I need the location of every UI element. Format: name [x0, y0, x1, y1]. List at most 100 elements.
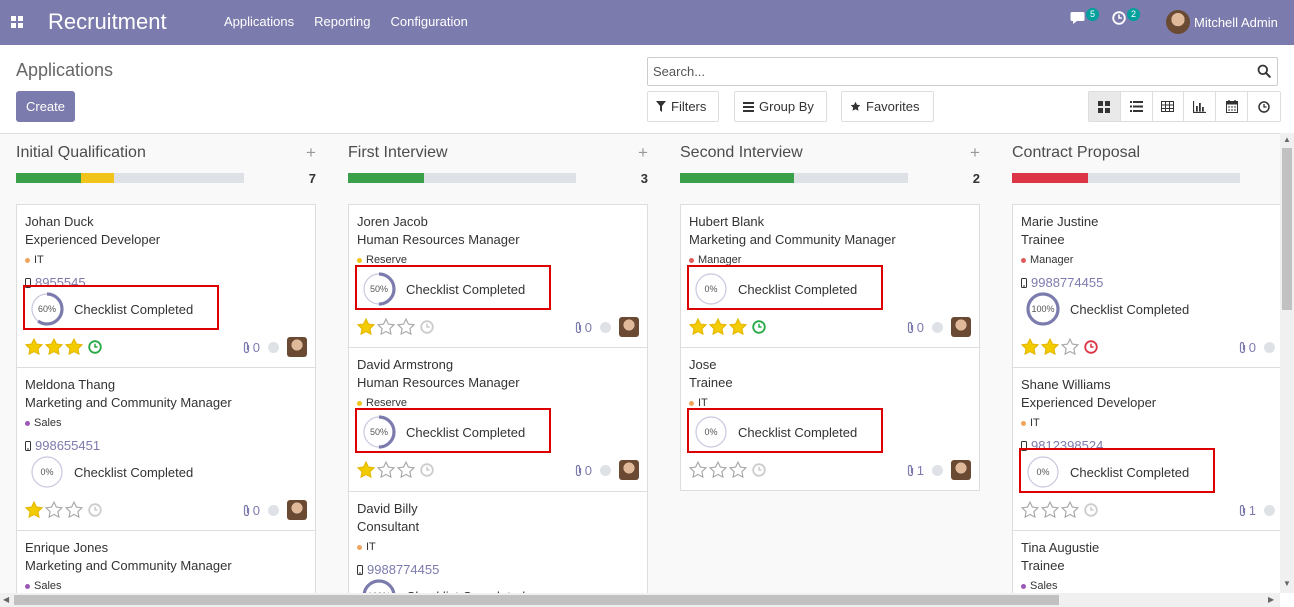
star-icon[interactable]	[357, 318, 375, 336]
horizontal-scroll-thumb[interactable]	[14, 595, 1059, 605]
activity-clock-icon[interactable]	[88, 503, 102, 517]
attachment-count[interactable]: 0	[242, 503, 260, 518]
kanban-state-dot[interactable]	[932, 321, 943, 333]
priority-stars[interactable]	[25, 501, 83, 519]
star-icon[interactable]	[1021, 501, 1039, 519]
star-icon[interactable]	[1021, 338, 1039, 356]
applicant-card[interactable]: Shane Williams Experienced Developer IT 981…	[1012, 367, 1280, 530]
activity-clock-icon[interactable]	[420, 320, 434, 334]
star-icon[interactable]	[377, 461, 395, 479]
column-progress-bar[interactable]	[16, 173, 244, 183]
filters-button[interactable]: Filters	[647, 91, 719, 122]
star-icon[interactable]	[65, 338, 83, 356]
attachment-count[interactable]: 0	[574, 463, 592, 478]
applicant-card[interactable]: David Billy Consultant IT 9988774455100%Che…	[348, 491, 648, 593]
view-kanban-button[interactable]	[1089, 92, 1121, 121]
user-avatar[interactable]	[619, 460, 639, 480]
user-avatar[interactable]	[619, 317, 639, 337]
user-avatar[interactable]	[951, 460, 971, 480]
applicant-card[interactable]: Marie Justine Trainee Manager 9988774455 100…	[1012, 204, 1280, 367]
activity-clock-icon[interactable]	[1084, 503, 1098, 517]
user-avatar[interactable]	[287, 337, 307, 357]
priority-stars[interactable]	[25, 338, 83, 356]
star-icon[interactable]	[689, 318, 707, 336]
activity-clock-icon[interactable]	[752, 320, 766, 334]
column-add-icon[interactable]: +	[638, 143, 648, 163]
view-pivot-button[interactable]	[1152, 92, 1185, 121]
view-activity-button[interactable]	[1247, 92, 1280, 121]
horizontal-scrollbar[interactable]: ◀ ▶	[0, 593, 1280, 607]
attachment-count[interactable]: 1	[906, 463, 924, 478]
attachment-count[interactable]: 0	[242, 340, 260, 355]
star-icon[interactable]	[397, 461, 415, 479]
search-icon[interactable]	[1257, 64, 1271, 78]
column-title[interactable]: Initial Qualification	[16, 144, 146, 162]
attachment-count[interactable]: 0	[1238, 340, 1256, 355]
activities-button[interactable]: 2	[1112, 7, 1141, 25]
star-icon[interactable]	[397, 318, 415, 336]
star-icon[interactable]	[709, 318, 727, 336]
star-icon[interactable]	[1041, 501, 1059, 519]
user-avatar[interactable]	[1166, 10, 1190, 34]
messages-button[interactable]: 5	[1070, 7, 1100, 25]
priority-stars[interactable]	[1021, 501, 1079, 519]
menu-applications[interactable]: Applications	[224, 14, 294, 29]
apps-grid-icon[interactable]	[11, 16, 23, 28]
progress-segment[interactable]	[16, 173, 81, 183]
activity-clock-icon[interactable]	[1084, 340, 1098, 354]
vertical-scroll-thumb[interactable]	[1282, 148, 1292, 310]
phone-number[interactable]: 9988774455	[1031, 275, 1103, 290]
priority-stars[interactable]	[689, 318, 747, 336]
phone-number[interactable]: 998655451	[35, 438, 100, 453]
applicant-phone[interactable]: 998655451	[25, 438, 100, 453]
progress-segment[interactable]	[1012, 173, 1088, 183]
progress-segment[interactable]	[348, 173, 424, 183]
menu-configuration[interactable]: Configuration	[390, 14, 467, 29]
star-icon[interactable]	[1061, 338, 1079, 356]
star-icon[interactable]	[377, 318, 395, 336]
menu-reporting[interactable]: Reporting	[314, 14, 370, 29]
activity-clock-icon[interactable]	[420, 463, 434, 477]
view-calendar-button[interactable]	[1216, 92, 1248, 121]
column-title[interactable]: Second Interview	[680, 144, 803, 162]
star-icon[interactable]	[1041, 338, 1059, 356]
applicant-card[interactable]: Joren Jacob Human Resources Manager Reserv…	[348, 204, 648, 347]
kanban-state-dot[interactable]	[932, 464, 943, 476]
progress-segment[interactable]	[680, 173, 794, 183]
kanban-state-dot[interactable]	[268, 504, 279, 516]
phone-number[interactable]: 9988774455	[367, 562, 439, 577]
star-icon[interactable]	[357, 461, 375, 479]
search-input[interactable]	[648, 58, 1248, 85]
app-title[interactable]: Recruitment	[48, 9, 167, 35]
applicant-card[interactable]: Jose Trainee IT 0% Checklist Completed 1	[680, 347, 980, 491]
priority-stars[interactable]	[1021, 338, 1079, 356]
priority-stars[interactable]	[357, 318, 415, 336]
priority-stars[interactable]	[689, 461, 747, 479]
applicant-card[interactable]: Hubert Blank Marketing and Community Mana…	[680, 204, 980, 347]
user-avatar[interactable]	[951, 317, 971, 337]
attachment-count[interactable]: 0	[906, 320, 924, 335]
applicant-card[interactable]: Meldona Thang Marketing and Community Man…	[16, 367, 316, 530]
attachment-count[interactable]: 1	[1238, 503, 1256, 518]
favorites-button[interactable]: Favorites	[841, 91, 934, 122]
applicant-card[interactable]: Enrique Jones Marketing and Community Man…	[16, 530, 316, 593]
star-icon[interactable]	[709, 461, 727, 479]
column-progress-bar[interactable]	[1012, 173, 1240, 183]
applicant-card[interactable]: David Armstrong Human Resources Manager Re…	[348, 347, 648, 491]
priority-stars[interactable]	[357, 461, 415, 479]
star-icon[interactable]	[45, 338, 63, 356]
view-list-button[interactable]	[1120, 92, 1153, 121]
star-icon[interactable]	[25, 501, 43, 519]
applicant-phone[interactable]: 9988774455	[1021, 275, 1103, 290]
scroll-down-icon[interactable]: ▼	[1283, 579, 1291, 588]
star-icon[interactable]	[729, 461, 747, 479]
progress-segment[interactable]	[80, 173, 114, 183]
vertical-scrollbar[interactable]: ▲ ▼	[1280, 133, 1294, 593]
column-title[interactable]: Contract Proposal	[1012, 144, 1140, 162]
create-button[interactable]: Create	[16, 91, 75, 122]
star-icon[interactable]	[45, 501, 63, 519]
groupby-button[interactable]: Group By	[734, 91, 827, 122]
column-progress-bar[interactable]	[348, 173, 576, 183]
applicant-phone[interactable]: 9988774455	[357, 562, 439, 577]
kanban-state-dot[interactable]	[268, 341, 279, 353]
